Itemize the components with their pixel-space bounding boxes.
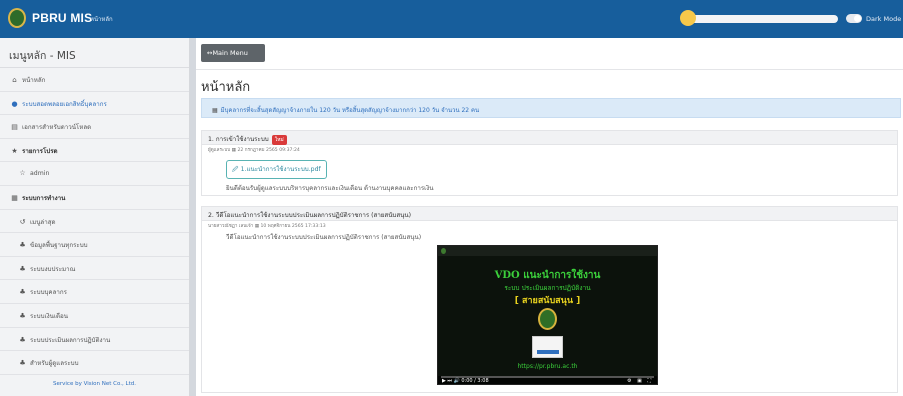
main-menu-button[interactable]: ↔Main Menu (201, 44, 265, 62)
pdf-download-link[interactable]: 🖉 1.แนะนำการใช้งานระบบ.pdf (226, 160, 327, 179)
sidebar-item-personnel[interactable]: ♣ ระบบบุคลากร (0, 280, 189, 304)
post-card: 1. การเข้าใช้งานระบบ ใหม่ ผู้ดูแลระบบ ▦ 2… (201, 130, 898, 196)
main-content: ↔Main Menu หน้าหลัก ▦ มีบุคลากรที่จะสิ้นส… (196, 38, 903, 396)
video-player[interactable]: VDO แนะนำการใช้งาน ระบบ ประเมินผลการปฏิบ… (437, 245, 658, 385)
video-url-text: https://pr.pbru.ac.th (517, 363, 578, 370)
paperclip-icon: 🖉 (232, 166, 241, 173)
login-form-preview (532, 336, 563, 358)
sidebar-item-budget[interactable]: ♣ ระบบงบประมาณ (0, 257, 189, 281)
sidebar-item-recent[interactable]: ↺ เมนูล่าสุด (0, 210, 189, 234)
post-body: วีดีโอแนะนำการใช้งานระบบประเมินผลการปฏิบ… (226, 234, 422, 241)
document-icon: ▤ (11, 123, 18, 132)
post-title: 1. การเข้าใช้งานระบบ ใหม่ (202, 131, 897, 145)
contract-notice-alert[interactable]: ▦ มีบุคลากรที่จะสิ้นสุดสัญญาจ้างภายใน 120… (201, 98, 901, 118)
app-brand[interactable]: PBRU MIS (32, 11, 92, 25)
university-seal-icon (538, 308, 557, 330)
video-header-bar (438, 246, 657, 256)
users-icon: ♣ (19, 311, 26, 320)
sidebar-item-salary[interactable]: ♣ ระบบเงินเดือน (0, 304, 189, 328)
page-title: หน้าหลัก (201, 80, 251, 95)
login-button-preview (537, 350, 559, 354)
sidebar-title: เมนูหลัก - MIS (0, 38, 189, 68)
post-title: 2. วีดีโอแนะนำการใช้งานระบบประเมินผลการป… (202, 207, 897, 221)
sidebar-item-downloads[interactable]: ▤ เอกสารสำหรับดาวน์โหลด (0, 115, 189, 139)
video-title-line3: [ สายสนับสนุน ] (514, 296, 581, 306)
sidebar-item-home[interactable]: ⌂ หน้าหลัก (0, 68, 189, 92)
users-icon: ♣ (19, 264, 26, 273)
sidebar-item-evaluation[interactable]: ♣ ระบบประเมินผลการปฏิบัติงาน (0, 328, 189, 352)
notice-text: มีบุคลากรที่จะสิ้นสุดสัญญาจ้างภายใน 120 … (220, 107, 480, 114)
user-avatar-icon[interactable] (680, 10, 696, 26)
university-logo (8, 8, 26, 28)
video-controls[interactable]: ▶ ⏭ 🔊 0:00 / 3:08 ⚙ ▣ ⛶ (438, 376, 657, 384)
video-settings-icons[interactable]: ⚙ ▣ ⛶ (627, 378, 653, 384)
video-time: 0:00 / 3:08 (461, 378, 489, 384)
table-icon: ▦ (212, 107, 218, 114)
grid-icon: ▦ (11, 193, 18, 202)
play-icon[interactable]: ▶ ⏭ 🔊 0:00 / 3:08 (442, 378, 489, 384)
users-icon: ♣ (19, 335, 26, 344)
users-icon: ♣ (19, 288, 26, 297)
sidebar-item-admin[interactable]: ☆ admin (0, 162, 189, 186)
breadcrumb[interactable]: หน้าหลัก (90, 14, 113, 24)
dark-mode-toggle[interactable] (846, 14, 862, 23)
home-icon: ⌂ (12, 76, 17, 84)
sidebar-item-basic-data[interactable]: ♣ ข้อมูลพื้นฐานทุกระบบ (0, 233, 189, 257)
video-title-line1: VDO แนะนำการใช้งาน (494, 270, 601, 281)
users-icon: ♣ (19, 241, 26, 250)
sidebar-section-systems[interactable]: ▦ ระบบการทำงาน (0, 186, 189, 210)
history-icon: ↺ (19, 217, 26, 226)
sidebar: เมนูหลัก - MIS ⌂ หน้าหลัก ● ระบบสอดพลอยเอก… (0, 38, 190, 396)
video-logo (441, 248, 446, 254)
star-icon: ★ (11, 146, 18, 155)
sidebar-footer[interactable]: Service by Vision Net Co., Ltd. (0, 375, 189, 387)
star-outline-icon: ☆ (19, 169, 26, 178)
dark-mode-label: Dark Mode (866, 15, 902, 23)
post-body: ยินดีต้อนรับผู้ดูแลระบบบริหารบุคลากรและเ… (226, 185, 434, 192)
sidebar-section-favorites[interactable]: ★ รายการโปรด (0, 139, 189, 163)
new-badge: ใหม่ (271, 135, 287, 145)
divider (196, 69, 903, 70)
sidebar-item-tracking[interactable]: ● ระบบสอดพลอยเอกสิทธิ์บุคลากร (0, 92, 189, 116)
post-meta: นายสาวณัชฏา เลนเจ้า ▦ 10 พฤศจิกายน 2565 … (208, 224, 326, 229)
video-title-line2: ระบบ ประเมินผลการปฏิบัติงาน (504, 284, 591, 292)
users-icon: ♣ (19, 359, 26, 368)
top-navbar: PBRU MIS หน้าหลัก Dark Mode (0, 0, 903, 38)
sidebar-item-admin-tools[interactable]: ♣ สำหรับผู้ดูแลระบบ (0, 351, 189, 375)
user-name-bar[interactable] (690, 15, 838, 23)
post-meta: ผู้ดูแลระบบ ▦ 22 กรกฎาคม 2565 09:37:24 (208, 148, 300, 153)
globe-icon: ● (11, 99, 18, 108)
